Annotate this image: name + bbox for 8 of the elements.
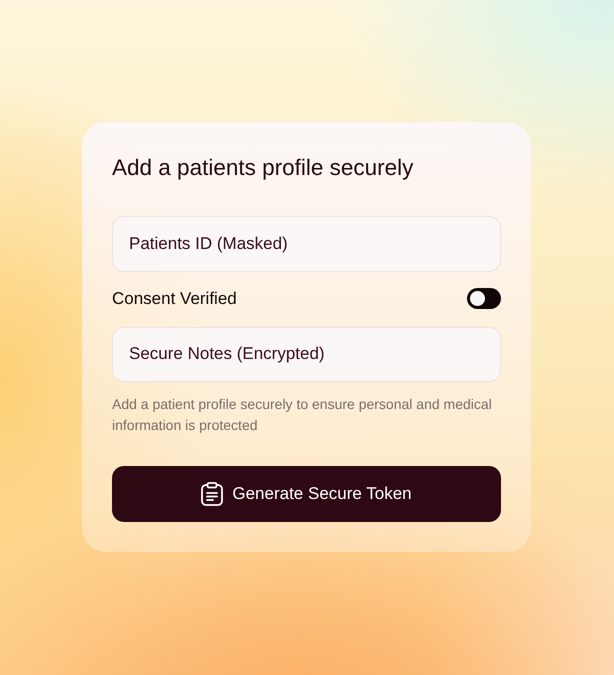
consent-toggle[interactable]	[467, 288, 501, 310]
secure-notes-field[interactable]: Secure Notes (Encrypted)	[112, 326, 501, 382]
clipboard-icon	[201, 482, 224, 506]
form-title: Add a patients profile securely	[112, 154, 414, 182]
patient-id-field[interactable]: Patients ID (Masked)	[112, 216, 501, 272]
consent-label: Consent Verified	[112, 288, 237, 309]
helper-text: Add a patient profile securely to ensure personal and medical information is protected	[112, 395, 493, 436]
generate-token-button[interactable]: Generate Secure Token	[112, 466, 501, 522]
